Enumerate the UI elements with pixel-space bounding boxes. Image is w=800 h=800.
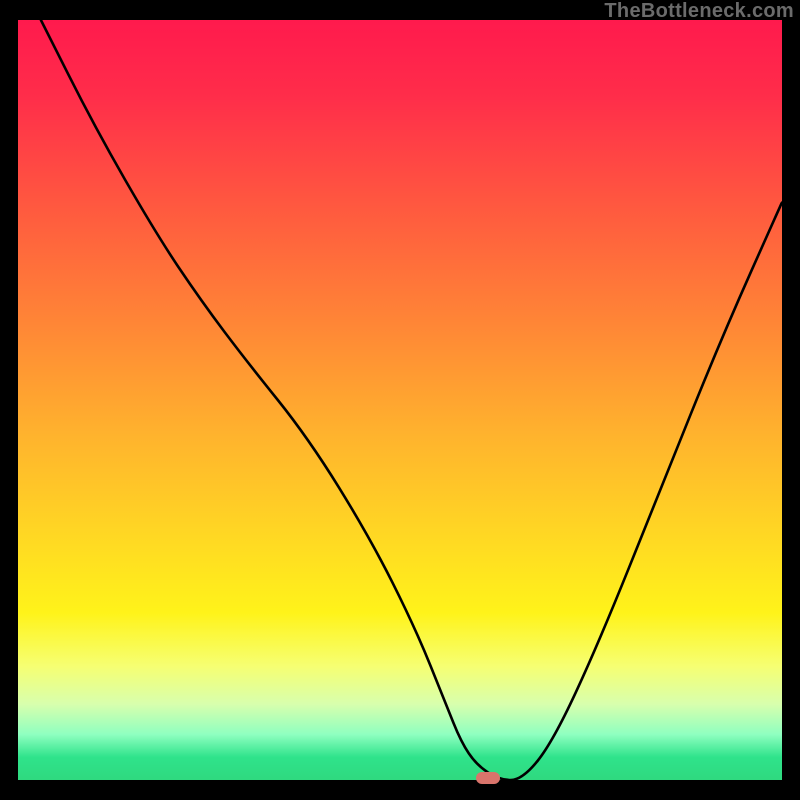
- chart-curve-svg: [18, 20, 782, 780]
- bottleneck-curve: [41, 20, 782, 780]
- chart-plot-area: [18, 20, 782, 780]
- chart-frame: TheBottleneck.com: [0, 0, 800, 800]
- bottleneck-marker: [476, 772, 500, 784]
- watermark-text: TheBottleneck.com: [604, 0, 794, 23]
